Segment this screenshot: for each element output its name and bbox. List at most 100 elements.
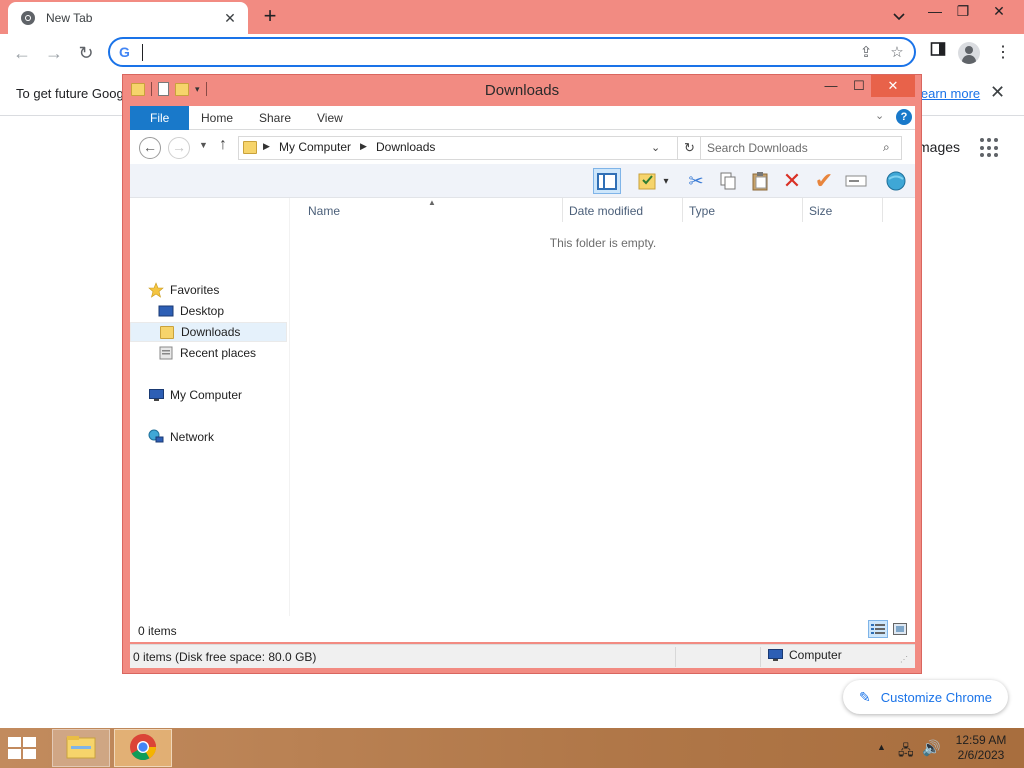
taskbar-clock[interactable]: 12:59 AM 2/6/2023 — [950, 733, 1012, 763]
search-input[interactable] — [707, 140, 877, 156]
computer-icon — [768, 649, 783, 661]
recent-places-icon — [158, 345, 174, 361]
forward-button-icon[interactable]: → — [168, 137, 190, 159]
column-divider[interactable] — [682, 198, 683, 222]
column-name[interactable]: Name — [308, 204, 340, 218]
organize-dropdown-icon[interactable]: ▾ — [658, 168, 674, 194]
taskbar-file-explorer[interactable] — [52, 729, 110, 767]
nav-favorites[interactable]: Favorites — [148, 280, 219, 300]
chrome-icon — [128, 732, 158, 765]
tab-close-icon[interactable]: ✕ — [222, 10, 238, 26]
column-divider[interactable] — [882, 198, 883, 222]
status-disk-free: 0 items (Disk free space: 80.0 GB) — [133, 650, 317, 664]
address-dropdown-icon[interactable]: ⌄ — [651, 141, 660, 154]
item-count: 0 items — [138, 624, 177, 638]
file-explorer-icon — [65, 734, 97, 763]
customize-chrome-button[interactable]: ✎ Customize Chrome — [843, 680, 1008, 714]
downloads-folder-icon — [159, 324, 175, 340]
explorer-window: ▾ Downloads — ☐ ✕ File Home Share View ⌄… — [122, 74, 922, 674]
close-icon[interactable]: ✕ — [982, 0, 1016, 24]
network-icon — [148, 429, 164, 445]
tab-share[interactable]: Share — [246, 106, 304, 130]
nav-downloads[interactable]: Downloads — [130, 322, 287, 342]
tab-home[interactable]: Home — [188, 106, 246, 130]
clock-date: 2/6/2023 — [957, 748, 1005, 762]
tab-search-chevron-icon[interactable] — [888, 6, 910, 28]
copy-icon[interactable] — [714, 168, 742, 194]
back-arrow-icon[interactable]: ← — [9, 40, 35, 66]
up-arrow-icon[interactable]: ↑ — [219, 136, 227, 154]
windows-start-icon[interactable] — [8, 737, 38, 759]
large-icons-view-icon[interactable] — [890, 620, 910, 638]
column-type[interactable]: Type — [689, 204, 715, 218]
breadcrumb-chevron-icon[interactable]: ▶ — [263, 141, 270, 152]
tab-file[interactable]: File — [130, 106, 190, 130]
new-tab-button[interactable]: + — [258, 5, 282, 29]
infobar-close-icon[interactable]: ✕ — [990, 82, 1005, 103]
ribbon-expand-chevron-icon[interactable]: ⌄ — [875, 109, 884, 122]
pencil-icon: ✎ — [859, 688, 871, 705]
explorer-titlebar: ▾ Downloads — ☐ ✕ — [123, 75, 921, 105]
preview-pane-icon[interactable] — [593, 168, 621, 194]
address-row: ← → ▼ ↑ ▶ My Computer ▶ Downloads ⌄ ↻ ⌕ — [130, 130, 915, 164]
refresh-icon[interactable]: ↻ — [678, 136, 702, 160]
resize-grip-icon[interactable]: ⋰ — [900, 655, 908, 664]
sort-ascending-icon: ▲ — [428, 198, 436, 207]
profile-avatar-icon[interactable] — [958, 42, 980, 64]
search-box[interactable]: ⌕ — [700, 136, 902, 160]
details-view-icon[interactable] — [868, 620, 888, 638]
checkmark-icon[interactable]: ✔ — [810, 168, 838, 194]
restore-icon[interactable]: ❐ — [946, 0, 980, 24]
address-bar[interactable]: ▶ My Computer ▶ Downloads ⌄ — [238, 136, 678, 160]
recent-locations-chevron-icon[interactable]: ▼ — [199, 140, 208, 150]
explorer-close-icon[interactable]: ✕ — [871, 75, 915, 97]
delete-x-icon[interactable]: ✕ — [778, 168, 806, 194]
bookmark-star-icon[interactable]: ☆ — [887, 43, 907, 63]
taskbar-chrome[interactable] — [114, 729, 172, 767]
taskbar: ▲ 🖧 🔊 12:59 AM 2/6/2023 — [0, 728, 1024, 768]
column-divider[interactable] — [562, 198, 563, 222]
status-divider — [675, 647, 676, 667]
breadcrumb-chevron-icon[interactable]: ▶ — [360, 141, 367, 152]
breadcrumb-my-computer[interactable]: My Computer — [279, 140, 351, 154]
tab-view[interactable]: View — [304, 106, 356, 130]
status-computer: Computer — [768, 648, 842, 662]
menu-kebab-icon[interactable]: ⋮ — [990, 41, 1016, 67]
nav-desktop[interactable]: Desktop — [158, 301, 224, 321]
nav-recent-places[interactable]: Recent places — [158, 343, 256, 363]
volume-icon[interactable]: 🔊 — [922, 739, 941, 757]
omnibox-input[interactable] — [144, 42, 844, 64]
cut-scissors-icon[interactable]: ✂ — [682, 168, 710, 194]
search-icon[interactable]: ⌕ — [883, 140, 890, 155]
breadcrumb-downloads[interactable]: Downloads — [376, 140, 435, 154]
omnibox[interactable]: G ⇪ ☆ — [108, 37, 916, 67]
forward-arrow-icon[interactable]: → — [41, 40, 67, 66]
share-icon[interactable]: ⇪ — [856, 43, 876, 63]
explorer-title: Downloads — [484, 82, 560, 99]
nav-network[interactable]: Network — [148, 427, 214, 447]
column-date-modified[interactable]: Date modified — [569, 204, 643, 218]
help-icon[interactable]: ? — [896, 109, 912, 125]
rename-icon[interactable] — [842, 168, 870, 194]
reload-icon[interactable]: ↻ — [73, 40, 99, 66]
apps-grid-icon[interactable] — [980, 138, 1000, 158]
ntp-images-link[interactable]: mages — [918, 139, 960, 155]
desktop-icon — [158, 303, 174, 319]
globe-icon[interactable] — [882, 168, 910, 194]
nav-my-computer-label: My Computer — [170, 388, 243, 402]
status-divider — [760, 647, 761, 667]
side-panel-icon[interactable] — [925, 41, 951, 67]
infobar-learn-more-link[interactable]: learn more — [918, 86, 980, 101]
tab-new-tab[interactable]: New Tab ✕ — [8, 2, 248, 34]
nav-my-computer[interactable]: My Computer — [148, 385, 242, 405]
nav-network-label: Network — [170, 430, 215, 444]
network-tray-icon[interactable]: 🖧 — [898, 740, 914, 764]
back-button-icon[interactable]: ← — [139, 137, 161, 159]
status-computer-label: Computer — [789, 648, 842, 662]
tray-overflow-icon[interactable]: ▲ — [877, 742, 886, 752]
column-divider[interactable] — [802, 198, 803, 222]
computer-icon — [148, 387, 164, 403]
column-size[interactable]: Size — [809, 204, 832, 218]
star-icon — [148, 282, 164, 298]
paste-clipboard-icon[interactable] — [746, 168, 774, 194]
